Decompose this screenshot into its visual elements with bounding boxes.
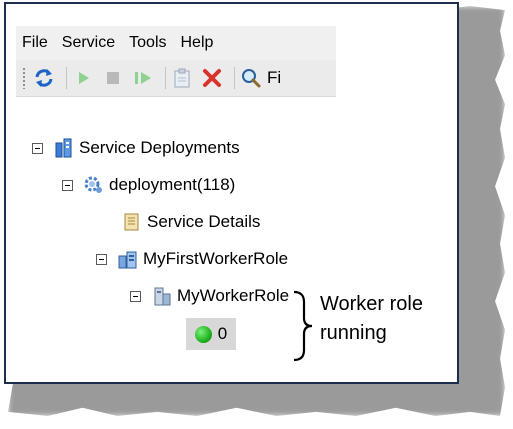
search-input[interactable]: Fi	[267, 68, 293, 88]
menu-bar: File Service Tools Help	[16, 26, 336, 60]
run-icon[interactable]	[71, 66, 95, 90]
clipboard-icon[interactable]	[170, 66, 194, 90]
instance-label: 0	[217, 324, 228, 343]
role-instance[interactable]: 0	[186, 318, 236, 350]
annotation-callout: Worker role running	[320, 290, 450, 348]
refresh-icon[interactable]	[32, 66, 56, 90]
step-icon[interactable]	[131, 66, 155, 90]
role-icon	[117, 248, 139, 270]
annotation-line-1: Worker role	[320, 293, 423, 315]
toolbar-grip[interactable]	[22, 67, 26, 89]
toolbar-separator	[165, 67, 166, 89]
collapse-icon[interactable]	[130, 290, 141, 302]
tree-node-deployment[interactable]: deployment(118)	[62, 172, 235, 198]
annotation-line-2: running	[320, 322, 387, 344]
worker-role-icon	[151, 285, 173, 307]
service-deployments-icon	[53, 137, 75, 159]
menu-file[interactable]: File	[16, 34, 54, 52]
running-status-icon	[194, 325, 212, 343]
tree-label: Service Deployments	[79, 138, 240, 157]
toolbar-separator	[66, 67, 67, 89]
tree-label: MyFirstWorkerRole	[143, 249, 289, 268]
scroll-icon	[121, 211, 143, 233]
tree-label: Service Details	[147, 212, 261, 231]
gear-icon	[83, 174, 105, 196]
collapse-icon[interactable]	[62, 179, 73, 191]
tree-node-service-deployments[interactable]: Service Deployments	[32, 135, 240, 161]
collapse-icon[interactable]	[32, 142, 43, 154]
menu-service[interactable]: Service	[56, 34, 121, 52]
stop-icon[interactable]	[101, 66, 125, 90]
toolbar-separator	[234, 67, 235, 89]
delete-icon[interactable]	[200, 66, 224, 90]
tree-node-my-first-worker-role[interactable]: MyFirstWorkerRole	[96, 246, 288, 272]
search-icon[interactable]	[239, 66, 263, 90]
tree-node-service-details[interactable]: Service Details	[121, 209, 260, 235]
toolbar: Fi	[16, 60, 336, 97]
collapse-icon[interactable]	[96, 253, 107, 265]
menu-tools[interactable]: Tools	[123, 34, 172, 52]
tree-node-my-worker-role[interactable]: MyWorkerRole	[130, 283, 289, 309]
tree-label: deployment(118)	[109, 175, 236, 194]
bracket-icon	[293, 290, 313, 362]
menu-help[interactable]: Help	[175, 34, 220, 52]
tree-label: MyWorkerRole	[177, 286, 290, 305]
